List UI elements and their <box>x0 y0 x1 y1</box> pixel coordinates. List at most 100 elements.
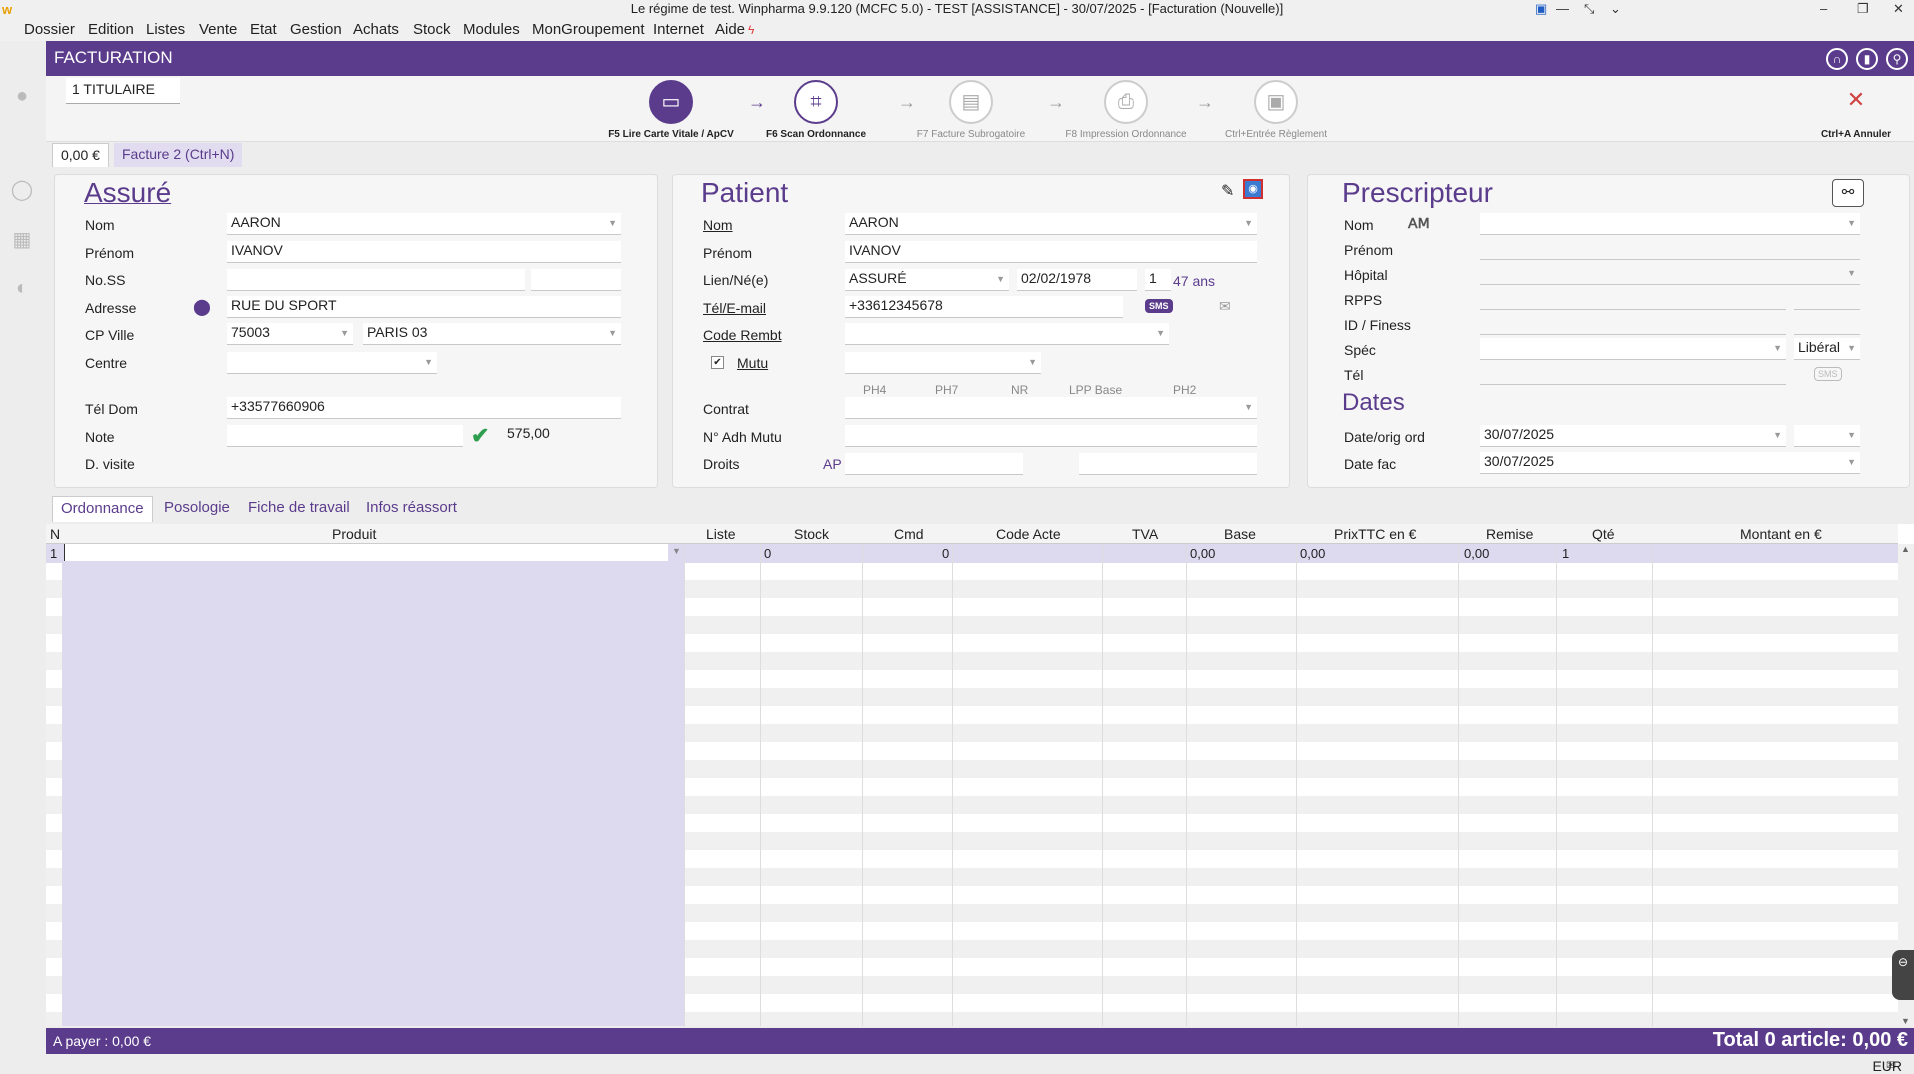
patient-lien-select[interactable]: ASSURÉ ▼ <box>845 269 1009 291</box>
step-scan-ordonnance[interactable]: ⌗ F6 Scan Ordonnance <box>756 80 876 140</box>
menu-listes[interactable]: Listes <box>146 20 185 40</box>
menu-internet[interactable]: Internet <box>653 20 704 40</box>
header-stock[interactable]: Stock <box>794 526 829 542</box>
prescripteur-finess-key-input[interactable] <box>1794 313 1860 335</box>
patient-coderembt-select[interactable]: ▼ <box>845 323 1169 345</box>
header-code-acte[interactable]: Code Acte <box>996 526 1061 542</box>
patient-nom-input[interactable]: AARON ▼ <box>845 213 1257 235</box>
header-prix[interactable]: PrixTTC en € <box>1334 526 1416 542</box>
patient-birthdate-input[interactable]: 02/02/1978 <box>1017 269 1137 291</box>
menu-achats[interactable]: Achats <box>353 20 399 40</box>
datefac-input[interactable]: 30/07/2025 ▼ <box>1480 452 1860 474</box>
prescripteur-prenom-input[interactable] <box>1480 238 1860 260</box>
globe-icon[interactable]: ◉ <box>1243 179 1263 199</box>
messages-icon[interactable]: ◐ <box>9 277 35 303</box>
cancel-button[interactable]: ✕ Ctrl+A Annuler <box>1806 80 1906 140</box>
prescripteur-rpps-key-input[interactable] <box>1794 288 1860 310</box>
header-tva[interactable]: TVA <box>1132 526 1158 542</box>
table-row[interactable]: 1 ▼ 0 0 0,00 0,00 0,00 1 <box>46 544 1898 563</box>
patient-mutu-select[interactable]: ▼ <box>845 352 1041 374</box>
window-mode-icon[interactable]: ▣ <box>1535 0 1547 18</box>
patient-droits-end-input[interactable] <box>1079 453 1257 475</box>
header-montant[interactable]: Montant en € <box>1740 526 1822 542</box>
collapse-icon[interactable]: ⤡ <box>1584 0 1594 18</box>
menu-gestion[interactable]: Gestion <box>290 20 342 40</box>
menu-vente[interactable]: Vente <box>199 20 237 40</box>
header-cmd[interactable]: Cmd <box>894 526 924 542</box>
assure-nom-input[interactable]: AARON ▼ <box>227 213 621 235</box>
assure-adresse-input[interactable]: RUE DU SPORT <box>227 296 621 318</box>
menu-edition[interactable]: Edition <box>88 20 134 40</box>
close-window-button[interactable]: ✕ <box>1893 0 1904 18</box>
titulaire-selector[interactable]: 1 TITULAIRE <box>66 78 180 104</box>
chat-icon[interactable]: ◯ <box>9 177 35 203</box>
pencil-icon[interactable]: ✎ <box>1221 181 1234 201</box>
prescripteur-finess-input[interactable] <box>1480 313 1786 335</box>
step-facture-subrogatoire[interactable]: ▤ F7 Facture Subrogatoire <box>906 80 1036 140</box>
dateorig-type-select[interactable]: ▼ <box>1794 425 1860 447</box>
assure-centre-select[interactable]: ▼ <box>227 352 437 374</box>
tab-new-invoice[interactable]: Facture 2 (Ctrl+N) <box>114 143 243 167</box>
sms-button[interactable]: SMS <box>1145 299 1173 313</box>
header-liste[interactable]: Liste <box>706 526 736 542</box>
assure-noss-key-input[interactable] <box>531 269 621 291</box>
assure-cp-input[interactable]: 75003 ▼ <box>227 323 353 345</box>
assure-prenom-input[interactable]: IVANOV <box>227 241 621 263</box>
header-qte[interactable]: Qté <box>1592 526 1615 542</box>
assure-note-input[interactable] <box>227 425 463 447</box>
tab-fiche-de-travail[interactable]: Fiche de travail <box>240 496 358 522</box>
header-produit[interactable]: Produit <box>332 526 376 542</box>
book-icon[interactable]: ▮ <box>1856 48 1878 70</box>
tab-current-invoice[interactable]: 0,00 € <box>52 143 109 167</box>
prescripteur-rpps-input[interactable] <box>1480 288 1786 310</box>
minimize-button[interactable]: – <box>1820 0 1827 18</box>
prescripteur-liberal-select[interactable]: Libéral ▼ <box>1794 338 1860 360</box>
scroll-up-icon[interactable]: ▲ <box>1901 544 1910 554</box>
tab-infos-reassort[interactable]: Infos réassort <box>358 496 465 522</box>
prescripteur-tel-input[interactable] <box>1480 363 1786 385</box>
scroll-down-icon[interactable]: ▼ <box>1901 1016 1910 1026</box>
step-reglement[interactable]: ▣ Ctrl+Entrée Règlement <box>1206 80 1346 140</box>
menu-stock[interactable]: Stock <box>413 20 451 40</box>
step-lire-carte-vitale[interactable]: ▭ F5 Lire Carte Vitale / ApCV <box>601 80 741 140</box>
prescripteur-hopital-select[interactable]: ▼ <box>1480 263 1860 285</box>
header-remise[interactable]: Remise <box>1486 526 1533 542</box>
patient-adhmutu-input[interactable] <box>845 425 1257 447</box>
patient-droits-start-input[interactable] <box>845 453 1023 475</box>
ams-icon[interactable]: ꓮꓟ <box>1408 215 1430 232</box>
tab-posologie[interactable]: Posologie <box>156 496 238 522</box>
menu-etat[interactable]: Etat <box>250 20 277 40</box>
menu-modules[interactable]: Modules <box>463 20 520 40</box>
chevron-down-icon[interactable]: ▼ <box>672 546 681 556</box>
produit-input[interactable] <box>64 544 668 561</box>
email-icon[interactable]: ✉ <box>1219 298 1231 315</box>
calendar-icon[interactable]: ▦ <box>9 227 35 253</box>
assure-ville-input[interactable]: PARIS 03 ▼ <box>363 323 621 345</box>
menu-mongroupement[interactable]: MonGroupement <box>532 20 645 40</box>
maximize-button[interactable]: ❐ <box>1857 0 1869 18</box>
mutu-checkbox[interactable]: ✔ <box>711 356 724 369</box>
patient-tel-input[interactable]: +33612345678 <box>845 296 1123 318</box>
side-panel-toggle-icon[interactable]: ⊖ <box>1892 950 1914 1000</box>
minimize-small-icon[interactable]: — <box>1556 0 1569 18</box>
doctor-search-icon[interactable]: ⚯ <box>1832 179 1864 207</box>
step-impression-ordonnance[interactable]: ⎙ F8 Impression Ordonnance <box>1056 80 1196 140</box>
patient-contrat-select[interactable]: ▼ <box>845 397 1257 419</box>
prescripteur-nom-input[interactable]: ▼ <box>1480 213 1860 235</box>
menu-aide[interactable]: Aide <box>715 20 745 40</box>
prescripteur-sms-button[interactable]: SMS <box>1814 367 1842 381</box>
assure-teldom-input[interactable]: +33577660906 <box>227 397 621 419</box>
header-n[interactable]: N <box>50 526 60 542</box>
location-pin-icon[interactable]: ⬤ <box>193 297 211 317</box>
user-icon[interactable]: ● <box>9 85 35 111</box>
prescripteur-spec-select[interactable]: ▼ <box>1480 338 1786 360</box>
headset-icon[interactable]: ∩ <box>1826 48 1848 70</box>
patient-prenom-input[interactable]: IVANOV <box>845 241 1257 263</box>
patient-rang-input[interactable]: 1 <box>1145 269 1171 291</box>
link-icon[interactable]: ⚲ <box>1886 48 1908 70</box>
chevron-down-icon[interactable]: ⌄ <box>1610 0 1621 18</box>
tab-ordonnance[interactable]: Ordonnance <box>52 496 153 522</box>
assure-noss-input[interactable] <box>227 269 525 291</box>
header-base[interactable]: Base <box>1224 526 1256 542</box>
menu-dossier[interactable]: Dossier <box>24 20 75 40</box>
